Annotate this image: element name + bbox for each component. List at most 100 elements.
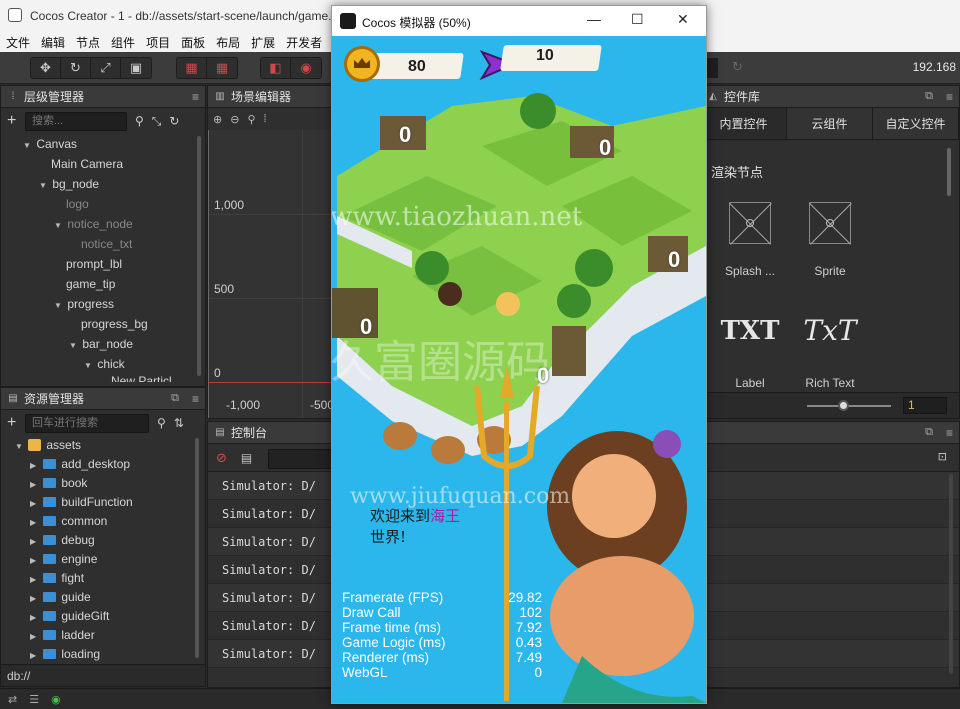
widget-scrollbar[interactable]: [947, 148, 951, 196]
add-asset-icon[interactable]: +: [7, 414, 25, 432]
pivot-toggle-icon[interactable]: ▦: [177, 58, 207, 78]
expand-arrow-icon[interactable]: ▼: [69, 336, 79, 356]
menu-extension[interactable]: 扩展: [251, 34, 275, 51]
expand-arrow-icon[interactable]: ▶: [30, 456, 40, 475]
hierarchy-scrollbar[interactable]: [197, 136, 201, 376]
asset-folder[interactable]: ▶ loading: [1, 645, 205, 664]
menu-edit[interactable]: 编辑: [41, 34, 65, 51]
add-node-icon[interactable]: +: [7, 112, 25, 130]
tree-node-bg-node[interactable]: ▼ bg_node: [1, 174, 205, 194]
sync-icon[interactable]: ⇄: [8, 693, 17, 706]
expand-arrow-icon[interactable]: ▼: [54, 296, 64, 316]
menu-developer[interactable]: 开发者: [286, 34, 322, 51]
tree-node-progress[interactable]: ▼ progress: [1, 294, 205, 314]
search-icon[interactable]: ⚲: [157, 416, 166, 430]
close-icon[interactable]: ✕: [677, 11, 689, 28]
tab-cloud-components[interactable]: 云组件: [787, 108, 873, 139]
rect-tool-icon[interactable]: ▣: [121, 58, 151, 78]
open-log-icon[interactable]: ▤: [241, 451, 252, 465]
tab-custom-widgets[interactable]: 自定义控件: [873, 108, 959, 139]
expand-arrow-icon[interactable]: ▶: [30, 627, 40, 646]
rotate-tool-icon[interactable]: ↻: [61, 58, 91, 78]
console-filter-input[interactable]: [268, 449, 338, 469]
search-icon[interactable]: ⚲: [135, 114, 144, 128]
menu-project[interactable]: 项目: [146, 34, 170, 51]
expand-arrow-icon[interactable]: ▼: [84, 356, 94, 376]
zoom-slider-track[interactable]: [807, 405, 891, 407]
expand-arrow-icon[interactable]: ▶: [30, 589, 40, 608]
asset-folder[interactable]: ▶ common: [1, 512, 205, 531]
minimize-icon[interactable]: —: [587, 11, 601, 27]
expand-arrow-icon[interactable]: ▶: [30, 608, 40, 627]
tree-node-bar-node[interactable]: ▼ bar_node: [1, 334, 205, 354]
tree-node-main-camera[interactable]: Main Camera: [1, 154, 205, 174]
tree-node-notice-txt[interactable]: notice_txt: [1, 234, 205, 254]
zoom-fit-icon[interactable]: ⚲: [247, 113, 255, 126]
assets-menu-icon[interactable]: ≡: [192, 392, 199, 406]
zoom-in-icon[interactable]: ⊕: [213, 113, 222, 126]
asset-folder[interactable]: ▶ guide: [1, 588, 205, 607]
expand-arrow-icon[interactable]: ▶: [30, 513, 40, 532]
asset-folder[interactable]: ▶ engine: [1, 550, 205, 569]
menu-node[interactable]: 节点: [76, 34, 100, 51]
scene-viewport[interactable]: ⊕ ⊖ ⚲ ⁞ 1,000 500 0 -1,000 -500: [208, 108, 336, 418]
asset-folder[interactable]: ▶ buildFunction: [1, 493, 205, 512]
menu-file[interactable]: 文件: [6, 34, 30, 51]
preview-eye-icon[interactable]: ◉: [51, 693, 61, 706]
refresh-icon[interactable]: ↻: [732, 59, 743, 75]
assets-scrollbar[interactable]: [195, 438, 199, 658]
widget-splash-sprite[interactable]: Splash ...: [713, 202, 787, 278]
game-canvas[interactable]: 80 10 0 0 0 0 0 www.tiaozhuan.net 久富圈源码 …: [332, 36, 706, 703]
tree-node-chick[interactable]: ▼ chick: [1, 354, 205, 374]
expand-arrow-icon[interactable]: ▶: [30, 646, 40, 665]
asset-folder[interactable]: ▶ ladder: [1, 626, 205, 645]
widget-label[interactable]: TXT Label: [713, 310, 787, 390]
widget-menu-icon[interactable]: ≡: [946, 90, 953, 104]
scale-tool-icon[interactable]: ⤢: [91, 58, 121, 78]
tree-node-new-particle[interactable]: New Particl: [1, 374, 205, 382]
expand-arrow-icon[interactable]: ▶: [30, 532, 40, 551]
sort-icon[interactable]: ⇅: [174, 416, 184, 430]
tree-node-prompt-lbl[interactable]: prompt_lbl: [1, 254, 205, 274]
expand-arrow-icon[interactable]: ▶: [30, 494, 40, 513]
menu-panel[interactable]: 面板: [181, 34, 205, 51]
expand-arrow-icon[interactable]: ▶: [30, 570, 40, 589]
local-global-toggle-icon[interactable]: ▦: [207, 58, 237, 78]
hierarchy-menu-icon[interactable]: ≡: [192, 90, 199, 104]
menu-component[interactable]: 组件: [111, 34, 135, 51]
expand-arrow-icon[interactable]: ▶: [30, 475, 40, 494]
hierarchy-search-input[interactable]: 搜索...: [25, 111, 127, 131]
maximize-icon[interactable]: ☐: [631, 11, 644, 28]
menu-layout[interactable]: 布局: [216, 34, 240, 51]
asset-root[interactable]: ▼ assets: [1, 436, 205, 455]
widget-sprite[interactable]: Sprite: [793, 202, 867, 278]
expand-arrow-icon[interactable]: ▼: [54, 216, 64, 236]
console-scrollbar[interactable]: [949, 474, 953, 674]
clear-console-icon[interactable]: ⊘: [216, 450, 227, 466]
asset-folder[interactable]: ▶ guideGift: [1, 607, 205, 626]
popout-icon[interactable]: ⧉: [925, 426, 933, 439]
zoom-value-input[interactable]: 1: [903, 397, 947, 414]
preview-device-icon[interactable]: ◧: [261, 58, 291, 78]
expand-arrow-icon[interactable]: ▼: [15, 437, 25, 456]
assets-search-input[interactable]: 回车进行搜索: [25, 413, 149, 433]
tab-builtin-widgets[interactable]: 内置控件: [701, 108, 787, 139]
align-icon[interactable]: ⁞: [264, 113, 267, 125]
expand-arrow-icon[interactable]: ▶: [30, 551, 40, 570]
expand-arrow-icon[interactable]: ▼: [39, 176, 49, 196]
widget-rich-text[interactable]: TxT Rich Text: [793, 310, 867, 390]
zoom-out-icon[interactable]: ⊖: [230, 113, 239, 126]
tree-node-notice-node[interactable]: ▼ notice_node: [1, 214, 205, 234]
preview-browser-icon[interactable]: ◉: [291, 58, 321, 78]
expand-arrow-icon[interactable]: ▼: [23, 136, 33, 156]
tree-node-logo[interactable]: logo: [1, 194, 205, 214]
refresh-hierarchy-icon[interactable]: ↻: [169, 114, 179, 128]
asset-folder[interactable]: ▶ add_desktop: [1, 455, 205, 474]
tree-node-progress-bg[interactable]: progress_bg: [1, 314, 205, 334]
popout-icon[interactable]: ⧉: [925, 90, 933, 103]
console-dropdown-icon[interactable]: ⊡: [938, 450, 947, 463]
tree-node-game-tip[interactable]: game_tip: [1, 274, 205, 294]
asset-folder[interactable]: ▶ debug: [1, 531, 205, 550]
popout-icon[interactable]: ⧉: [171, 392, 179, 405]
asset-folder[interactable]: ▶ book: [1, 474, 205, 493]
